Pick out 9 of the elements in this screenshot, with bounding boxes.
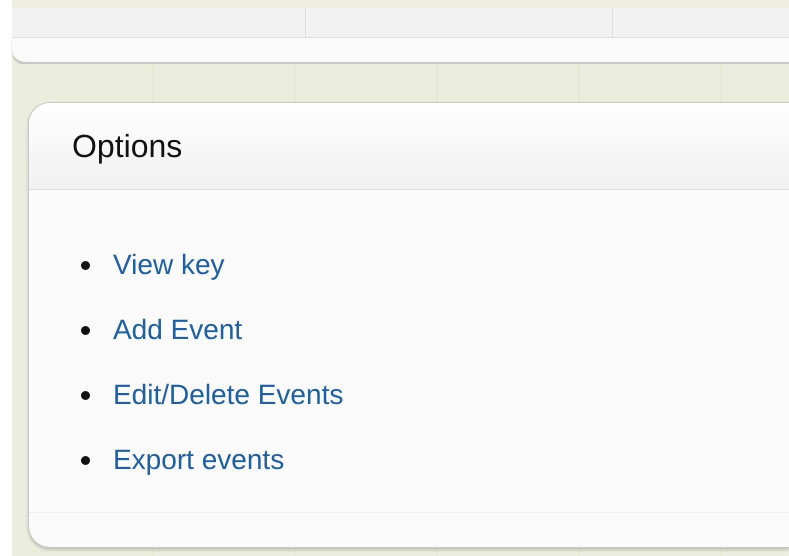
option-link[interactable]: Export events: [113, 444, 284, 476]
option-link[interactable]: Edit/Delete Events: [113, 379, 344, 411]
bullet-icon: [81, 456, 90, 464]
bullet-icon: [81, 260, 90, 270]
panel-title: Options: [72, 128, 182, 164]
option-link[interactable]: Add Event: [113, 314, 242, 346]
bullet-icon: [81, 326, 90, 334]
bullet-icon: [81, 390, 90, 400]
option-link[interactable]: View key: [113, 249, 225, 281]
